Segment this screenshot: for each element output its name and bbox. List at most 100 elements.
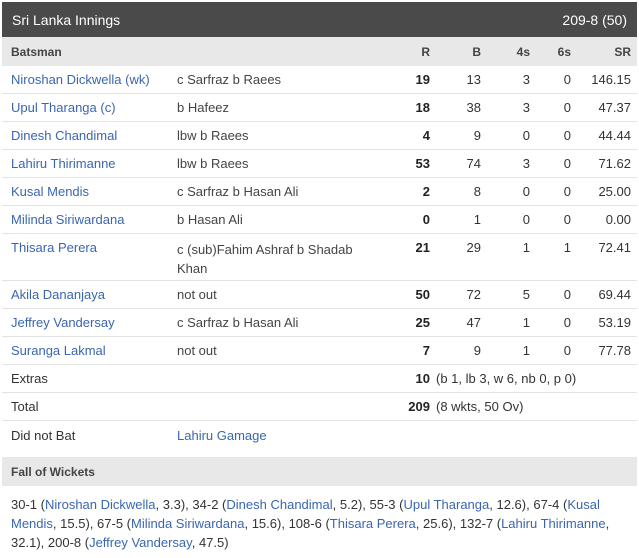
fours-value: 1 [522,343,530,358]
fall-of-wickets-header: Fall of Wickets [2,457,637,486]
strike-rate-value: 69.44 [598,287,631,302]
innings-score: 209-8 (50) [562,11,627,28]
total-row: Total 209 (8 wkts, 50 Ov) [2,393,637,421]
extras-label: Extras [11,371,48,386]
fours-value: 5 [522,287,530,302]
strike-rate-value: 0.00 [605,212,631,227]
batsman-name-link[interactable]: Upul Tharanga (c) [2,100,169,115]
fow-score: 108-6 [288,516,322,531]
fow-over: 3.3 [162,497,181,512]
fow-over: 15.6 [251,516,278,531]
batsman-row: Niroshan Dickwella (wk) c Sarfraz b Raees… [2,66,637,94]
batsman-name-link[interactable]: Niroshan Dickwella (wk) [2,72,169,87]
col-sixes: 6s [557,44,571,59]
batsman-row: Milinda Siriwardana b Hasan Ali 0 1 0 0 0.00 [2,206,637,234]
innings-header: Sri Lanka Innings 209-8 (50) [2,2,637,37]
dismissal-text: b Hasan Ali [177,212,243,227]
batsman-row: Lahiru Thirimanne lbw b Raees 53 74 3 0 71.62 [2,150,637,178]
fall-of-wickets-list: 30-1 (Niroshan Dickwella, 3.3), 34-2 (Di… [2,486,637,552]
fow-item: 30-1 (Niroshan Dickwella, 3.3), [11,497,193,512]
balls-value: 72 [466,287,481,302]
fow-player-link[interactable]: Upul Tharanga [403,497,489,512]
total-value: 209 [408,399,430,414]
batting-column-header: Batsman R B 4s 6s SR [2,37,637,66]
batsman-name-link[interactable]: Lahiru Thirimanne [2,156,169,171]
strike-rate-value: 72.41 [598,240,631,255]
strike-rate-value: 77.78 [598,343,631,358]
batting-rows: Niroshan Dickwella (wk) c Sarfraz b Raees… [2,66,637,365]
fow-item: 55-3 (Upul Tharanga, 12.6), [369,497,534,512]
fours-value: 1 [522,315,530,330]
fow-score: 30-1 [11,497,38,512]
batsman-name-link[interactable]: Suranga Lakmal [2,343,169,358]
dismissal-text: not out [177,287,217,302]
balls-value: 29 [466,240,481,255]
balls-value: 8 [473,184,481,199]
batsman-name-link[interactable]: Kusal Mendis [2,184,169,199]
batsman-row: Thisara Perera c (sub)Fahim Ashraf b Shad… [2,234,637,281]
sixes-value: 0 [563,212,571,227]
fow-item: 200-8 (Jeffrey Vandersay, 47.5) [47,535,229,550]
strike-rate-value: 53.19 [598,315,631,330]
fow-item: 108-6 (Thisara Perera, 25.6), [288,516,460,531]
sixes-value: 0 [563,156,571,171]
fours-value: 3 [522,72,530,87]
strike-rate-value: 25.00 [598,184,631,199]
fow-player-link[interactable]: Thisara Perera [330,516,416,531]
batsman-name-link[interactable]: Milinda Siriwardana [2,212,169,227]
strike-rate-value: 47.37 [598,100,631,115]
dismissal-text: lbw b Raees [177,156,249,171]
fow-score: 34-2 [192,497,219,512]
did-not-bat-player-link[interactable]: Lahiru Gamage [169,428,381,443]
did-not-bat-label: Did not Bat [11,427,76,443]
runs-value: 0 [422,212,430,227]
runs-value: 50 [415,287,430,302]
fow-player-link[interactable]: Dinesh Chandimal [226,497,332,512]
runs-value: 18 [415,100,430,115]
col-fours: 4s [516,44,530,59]
fow-item: 34-2 (Dinesh Chandimal, 5.2), [192,497,370,512]
batsman-row: Suranga Lakmal not out 7 9 1 0 77.78 [2,337,637,365]
batsman-name-link[interactable]: Akila Dananjaya [2,287,169,302]
balls-value: 9 [473,128,481,143]
runs-value: 2 [422,184,430,199]
fours-value: 0 [522,128,530,143]
sixes-value: 0 [563,72,571,87]
fours-value: 1 [522,240,530,255]
fow-player-link[interactable]: Lahiru Thirimanne [501,516,606,531]
fow-score: 67-5 [97,516,124,531]
fow-player-link[interactable]: Jeffrey Vandersay [89,535,192,550]
batsman-row: Dinesh Chandimal lbw b Raees 4 9 0 0 44.44 [2,122,637,150]
balls-value: 74 [466,156,481,171]
total-detail: (8 wkts, 50 Ov) [436,399,524,414]
fours-value: 0 [522,184,530,199]
fours-value: 0 [522,212,530,227]
batsman-name-link[interactable]: Jeffrey Vandersay [2,315,169,330]
fow-over: 12.6 [496,497,522,512]
col-runs: R [421,44,430,59]
fow-over: 5.2 [339,497,358,512]
runs-value: 19 [415,72,430,87]
fow-score: 132-7 [459,516,494,531]
batsman-name-link[interactable]: Dinesh Chandimal [2,128,169,143]
fow-player-link[interactable]: Milinda Siriwardana [131,516,244,531]
runs-value: 53 [415,156,430,171]
balls-value: 1 [473,212,481,227]
sixes-value: 1 [563,240,571,255]
sixes-value: 0 [563,287,571,302]
extras-detail: (b 1, lb 3, w 6, nb 0, p 0) [436,371,577,386]
runs-value: 21 [415,240,430,255]
innings-title: Sri Lanka Innings [12,11,121,28]
dismissal-text: not out [177,343,217,358]
runs-value: 7 [422,343,430,358]
extras-row: Extras 10 (b 1, lb 3, w 6, nb 0, p 0) [2,365,637,393]
fow-score: 55-3 [369,497,396,512]
col-batsman: Batsman [11,44,62,59]
fow-over: 15.5 [60,516,86,531]
fow-player-link[interactable]: Niroshan Dickwella [45,497,156,512]
fow-over: 32.1 [11,535,37,550]
sixes-value: 0 [563,315,571,330]
strike-rate-value: 44.44 [598,128,631,143]
strike-rate-value: 146.15 [591,72,631,87]
batsman-name-link[interactable]: Thisara Perera [2,240,169,255]
